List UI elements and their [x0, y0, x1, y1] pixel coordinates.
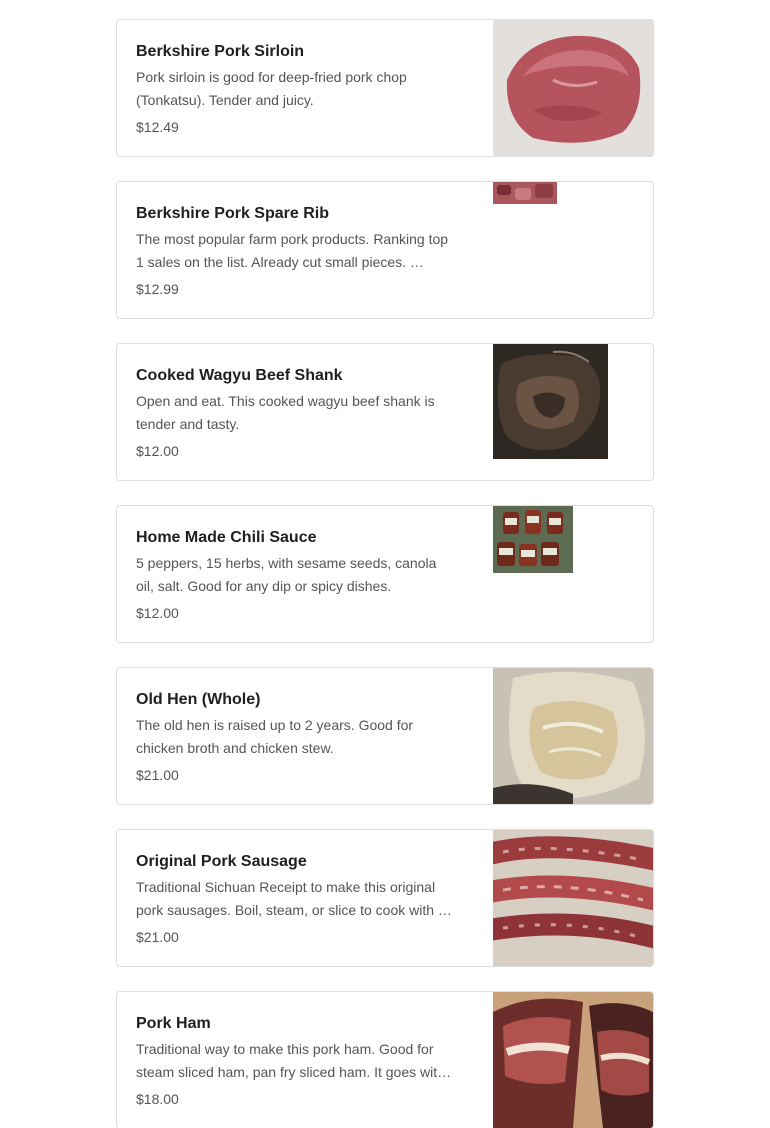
menu-item-description: Open and eat. This cooked wagyu beef sha…: [136, 393, 435, 432]
menu-item-price: $21.00: [136, 767, 179, 783]
beef-shank-photo: [493, 344, 608, 459]
menu-viewport: Berkshire Pork Sirloin Pork sirloin is g…: [0, 0, 770, 1128]
pork-ham-photo: [493, 992, 653, 1128]
menu-item-description: The most popular farm pork products. Ran…: [136, 231, 449, 270]
menu-item-title: Home Made Chili Sauce: [136, 529, 317, 546]
menu-item-price: $12.00: [136, 605, 179, 621]
menu-item-price: $21.00: [136, 929, 179, 945]
menu-item-title: Old Hen (Whole): [136, 691, 261, 708]
menu-item-description: 5 peppers, 15 herbs, with sesame seeds, …: [136, 555, 437, 594]
pork-sausage-photo: [493, 830, 653, 966]
menu-item-card[interactable]: Old Hen (Whole) The old hen is raised up…: [116, 667, 654, 805]
menu-item-title: Pork Ham: [136, 1015, 211, 1032]
menu-item-price: $12.00: [136, 443, 179, 459]
menu-item-card[interactable]: Cooked Wagyu Beef Shank Open and eat. Th…: [116, 343, 654, 481]
menu-item-card[interactable]: Berkshire Pork Sirloin Pork sirloin is g…: [116, 19, 654, 157]
menu-item-text: Pork Ham Traditional way to make this po…: [136, 1014, 456, 1108]
menu-item-description: Traditional Sichuan Receipt to make this…: [136, 879, 452, 918]
pork-sirloin-photo: [493, 20, 653, 156]
menu-item-title: Original Pork Sausage: [136, 853, 307, 870]
menu-item-text: Berkshire Pork Spare Rib The most popula…: [136, 204, 456, 298]
menu-item-text: Cooked Wagyu Beef Shank Open and eat. Th…: [136, 366, 456, 460]
menu-item-text: Old Hen (Whole) The old hen is raised up…: [136, 690, 456, 784]
menu-item-description: The old hen is raised up to 2 years. Goo…: [136, 717, 414, 756]
menu-item-card[interactable]: Original Pork Sausage Traditional Sichua…: [116, 829, 654, 967]
spare-rib-photo: [493, 182, 557, 204]
menu-item-list: Berkshire Pork Sirloin Pork sirloin is g…: [116, 0, 654, 1128]
menu-item-card[interactable]: Berkshire Pork Spare Rib The most popula…: [116, 181, 654, 319]
menu-item-price: $12.99: [136, 281, 179, 297]
menu-item-card[interactable]: Home Made Chili Sauce 5 peppers, 15 herb…: [116, 505, 654, 643]
menu-item-text: Original Pork Sausage Traditional Sichua…: [136, 852, 456, 946]
menu-item-title: Berkshire Pork Spare Rib: [136, 205, 329, 222]
chili-sauce-photo: [493, 506, 573, 573]
menu-item-title: Berkshire Pork Sirloin: [136, 43, 305, 60]
old-hen-photo: [493, 668, 653, 804]
menu-item-description: Pork sirloin is good for deep-fried pork…: [136, 69, 407, 108]
menu-item-title: Cooked Wagyu Beef Shank: [136, 367, 343, 384]
menu-item-price: $18.00: [136, 1091, 179, 1107]
menu-item-card[interactable]: Pork Ham Traditional way to make this po…: [116, 991, 654, 1128]
menu-item-price: $12.49: [136, 119, 179, 135]
menu-item-description: Traditional way to make this pork ham. G…: [136, 1041, 452, 1080]
menu-item-text: Berkshire Pork Sirloin Pork sirloin is g…: [136, 42, 456, 136]
menu-item-text: Home Made Chili Sauce 5 peppers, 15 herb…: [136, 528, 456, 622]
